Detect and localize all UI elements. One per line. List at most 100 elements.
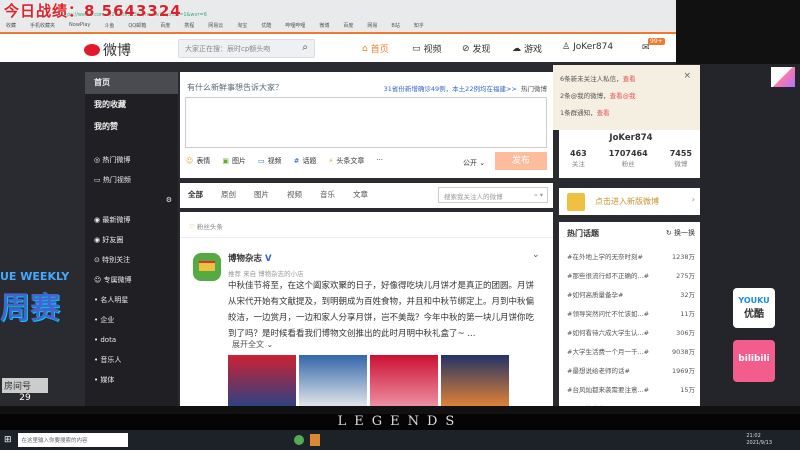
- bookmark-item[interactable]: 微博: [319, 22, 329, 32]
- taskbar-search[interactable]: 在这里输入你要搜索的内容: [17, 433, 128, 447]
- nav-discover[interactable]: ⊘ 发现: [462, 42, 491, 56]
- stat-following[interactable]: 463 关注: [570, 149, 587, 168]
- bookmark-item[interactable]: 斗鱼: [104, 22, 114, 32]
- profile-name[interactable]: JoKer874: [559, 133, 703, 143]
- nav-home[interactable]: ⌂ 首页: [362, 42, 389, 56]
- search-icon[interactable]: ⌕: [302, 42, 308, 53]
- bookmark-item[interactable]: 网易云: [208, 22, 223, 32]
- bookmark-item[interactable]: 百度: [160, 22, 170, 32]
- gear-icon[interactable]: ⚙: [85, 190, 178, 210]
- sidebar-item-latest[interactable]: ◉ 最新微博: [85, 210, 178, 230]
- composer-textarea[interactable]: [185, 97, 547, 148]
- post-image[interactable]: [441, 355, 509, 410]
- tab-all[interactable]: 全部: [188, 189, 203, 202]
- bookmark-item[interactable]: QQ邮箱: [128, 22, 146, 32]
- sidebar-label: 音乐人: [100, 356, 122, 364]
- stat-followers[interactable]: 1707464 粉丝: [609, 149, 648, 168]
- post-image[interactable]: [299, 355, 367, 410]
- nav-games[interactable]: ☁ 游戏: [512, 42, 542, 56]
- nav-user[interactable]: ♙ JoKer874: [562, 42, 613, 52]
- notification-link[interactable]: 查看: [597, 109, 610, 117]
- tab-music[interactable]: 音乐: [320, 189, 335, 202]
- hot-topic-item[interactable]: #领导突然问忙不忙该如...# 11万: [567, 308, 695, 327]
- search-icon[interactable]: ⌕ ▾: [534, 191, 543, 200]
- notification-item[interactable]: 1条群通知，查看: [560, 105, 693, 122]
- refresh-button[interactable]: ↻ 换一换: [666, 228, 695, 239]
- notification-text: 6条新未关注人私信，: [560, 75, 623, 83]
- taskbar-clock: 21:02 2021/9/13: [746, 433, 772, 447]
- bookmark-item[interactable]: 淘宝: [237, 22, 247, 32]
- hot-topic-item[interactable]: #那些很流行却不正确的...# 275万: [567, 270, 695, 289]
- notification-link[interactable]: 查看@我: [610, 92, 636, 100]
- close-icon[interactable]: ×: [683, 68, 691, 85]
- bookmark-item[interactable]: 收藏: [6, 22, 16, 32]
- hot-topic-item[interactable]: #如何看待六成大学生认...# 306万: [567, 327, 695, 346]
- search-input[interactable]: 大家正在搜：辰时cp额头吻 ⌕: [178, 39, 315, 58]
- bookmark-item[interactable]: B站: [391, 22, 399, 32]
- more-button[interactable]: ···: [376, 156, 383, 166]
- sidebar-item-home[interactable]: 首页: [85, 72, 178, 94]
- notification-item[interactable]: 2条@我的微博，查看@我: [560, 88, 693, 105]
- author-name[interactable]: 博物杂志 V: [228, 252, 272, 264]
- sidebar-group-musician[interactable]: • 音乐人: [85, 350, 178, 370]
- bookmark-item[interactable]: 携程: [184, 22, 194, 32]
- post-image[interactable]: [228, 355, 296, 410]
- notification-item[interactable]: 6条新未关注人私信，查看: [560, 71, 693, 88]
- bookmark-item[interactable]: 优酷: [261, 22, 271, 32]
- tab-images[interactable]: 图片: [254, 189, 269, 202]
- sidebar-group-celebrity[interactable]: • 名人明星: [85, 290, 178, 310]
- author-avatar[interactable]: [193, 253, 221, 281]
- bookmark-item[interactable]: 哔哩哔哩: [285, 22, 305, 32]
- visibility-select[interactable]: 公开 ⌄: [463, 158, 485, 168]
- bookmarks-bar: 收藏 手机收藏夹 NowPlay 斗鱼 QQ邮箱 百度 携程 网易云 淘宝 优酷 哔哩哔哩 微博 百度 网…: [0, 22, 680, 32]
- notification-link[interactable]: 查看: [623, 75, 636, 83]
- bookmark-item[interactable]: NowPlay: [69, 22, 90, 32]
- topic-button[interactable]: # 话题: [294, 156, 317, 166]
- app-icon[interactable]: [293, 435, 304, 445]
- chevron-down-icon[interactable]: ⌄: [532, 250, 540, 260]
- sidebar-group-dota[interactable]: • dota: [85, 330, 178, 350]
- tab-original[interactable]: 原创: [221, 189, 236, 202]
- hot-weibo-link[interactable]: 热门微博: [521, 85, 547, 93]
- nav-home-label: 首页: [370, 45, 389, 55]
- sidebar-item-likes[interactable]: 我的赞: [85, 116, 178, 138]
- hot-topic-item[interactable]: #台风灿都来袭需要注意...# 15万: [567, 384, 695, 403]
- emoji-button[interactable]: ☺ 表情: [186, 156, 210, 166]
- sidebar-item-special[interactable]: ⊙ 特别关注: [85, 250, 178, 270]
- hot-topic-item[interactable]: #大学生活费一个月一千...# 9038万: [567, 346, 695, 365]
- sidebar-item-hot-video[interactable]: ▭ 热门视频: [85, 170, 178, 190]
- sidebar-item-hot-weibo[interactable]: ◎ 热门微博: [85, 150, 178, 170]
- expand-link[interactable]: 展开全文 ⌄: [232, 339, 273, 350]
- new-version-banner[interactable]: 点击进入新版微博 ›: [559, 188, 703, 215]
- feed-search-input[interactable]: 搜索我关注人的微博 ⌕ ▾: [438, 187, 548, 203]
- post-image[interactable]: [370, 355, 438, 410]
- sidebar-item-favorites[interactable]: 我的收藏: [85, 94, 178, 116]
- article-button[interactable]: ⚡ 头条文章: [328, 156, 364, 166]
- app-icon[interactable]: [309, 434, 320, 446]
- bookmark-item[interactable]: 知乎: [414, 22, 424, 32]
- stat-posts[interactable]: 7455 微博: [670, 149, 692, 168]
- hot-topic-item[interactable]: #如何高质量备孕# 32万: [567, 289, 695, 308]
- sidebar-group-media[interactable]: • 媒体: [85, 370, 178, 390]
- bookmark-item[interactable]: 手机收藏夹: [30, 22, 55, 32]
- composer-notice[interactable]: 31省份新增确诊49例，本土22例均在福建>> 热门微博: [384, 83, 547, 93]
- hot-topic-item[interactable]: #最想说给老师的话# 1969万: [567, 365, 695, 384]
- image-button[interactable]: ▣ 图片: [222, 156, 246, 166]
- user-icon: ♙: [562, 42, 571, 52]
- bookmark-item[interactable]: 百度: [343, 22, 353, 32]
- hot-topic-item[interactable]: #在外地上学的无奈时刻# 1238万: [567, 251, 695, 270]
- tab-articles[interactable]: 文章: [353, 189, 368, 202]
- bookmark-item[interactable]: 网易: [367, 22, 377, 32]
- sidebar-group-company[interactable]: • 企业: [85, 310, 178, 330]
- weibo-logo[interactable]: 微博: [84, 40, 131, 60]
- notice-link[interactable]: 31省份新增确诊49例，本土22例均在福建>>: [384, 85, 517, 93]
- weibo-eye-icon: [84, 44, 100, 56]
- post-button[interactable]: 发布: [495, 152, 547, 170]
- tab-video[interactable]: 视频: [287, 189, 302, 202]
- windows-start-icon[interactable]: ⊞: [4, 435, 12, 445]
- video-button[interactable]: ▭ 视频: [258, 156, 282, 166]
- sidebar-item-exclusive[interactable]: ☺ 专属微博: [85, 270, 178, 290]
- sidebar-item-friends[interactable]: ◉ 好友圈: [85, 230, 178, 250]
- nav-video[interactable]: ▭ 视频: [412, 42, 442, 56]
- sidebar-label: 媒体: [100, 376, 115, 384]
